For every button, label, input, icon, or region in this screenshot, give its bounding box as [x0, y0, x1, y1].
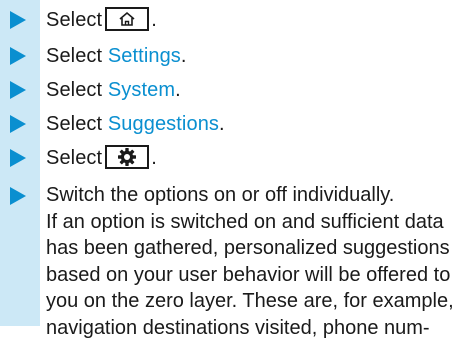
step-arrow-icon [0, 182, 40, 205]
step-4-prefix: Select [46, 113, 108, 135]
step-4-suffix: . [219, 113, 225, 135]
step-6-text: Switch the options on or off individuall… [40, 182, 454, 341]
step-5: Select. [0, 144, 157, 172]
step-2-prefix: Select [46, 45, 108, 67]
system-link[interactable]: System [108, 79, 175, 101]
step-1-prefix: Select [46, 9, 102, 31]
home-icon [105, 7, 149, 31]
step-1: Select. [0, 6, 157, 34]
step-6-line: If an option is switched on and sufficie… [46, 209, 454, 236]
step-6-line: you on the zero layer. These are, for ex… [46, 288, 454, 315]
step-2-suffix: . [181, 45, 187, 67]
step-6: Switch the options on or off individuall… [0, 182, 454, 341]
step-3-suffix: . [175, 79, 181, 101]
step-6-line: navigation destinations visited, phone n… [46, 315, 454, 341]
step-4: Select Suggestions. [0, 110, 225, 138]
step-arrow-icon [0, 110, 40, 133]
step-arrow-icon [0, 42, 40, 65]
step-6-line: based on your user behavior will be offe… [46, 262, 454, 289]
step-5-suffix: . [151, 147, 157, 169]
suggestions-link[interactable]: Suggestions [108, 113, 219, 135]
gear-icon [105, 145, 149, 169]
step-5-prefix: Select [46, 147, 102, 169]
step-3: Select System. [0, 76, 181, 104]
step-arrow-icon [0, 144, 40, 167]
step-6-line: Switch the options on or off individuall… [46, 182, 454, 209]
step-arrow-icon [0, 6, 40, 29]
step-6-line: has been gathered, personalized suggesti… [46, 235, 454, 262]
settings-link[interactable]: Settings [108, 45, 181, 67]
step-arrow-icon [0, 76, 40, 99]
step-3-prefix: Select [46, 79, 108, 101]
step-2: Select Settings. [0, 42, 187, 70]
step-1-suffix: . [151, 9, 157, 31]
